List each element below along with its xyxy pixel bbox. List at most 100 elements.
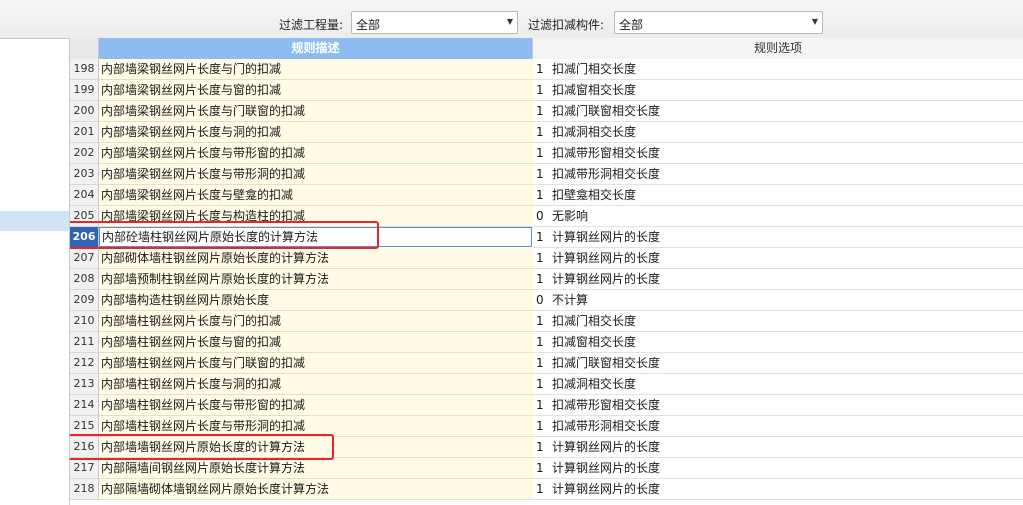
row-number[interactable]: 208 bbox=[70, 269, 99, 290]
rule-option-value: 1 bbox=[536, 230, 544, 244]
rule-option-cell[interactable]: 1 计算钢丝网片的长度 bbox=[533, 458, 1023, 479]
table-row[interactable]: 213 内部墙柱钢丝网片长度与洞的扣减 1 扣减洞相交长度 bbox=[70, 374, 1023, 395]
rule-option-text: 计算钢丝网片的长度 bbox=[552, 230, 661, 244]
rule-option-cell[interactable]: 1 扣减门相交长度 bbox=[533, 311, 1023, 332]
row-number[interactable]: 199 bbox=[70, 80, 99, 101]
rule-option-cell[interactable]: 1 扣减洞相交长度 bbox=[533, 374, 1023, 395]
rule-description-cell[interactable]: 内部墙梁钢丝网片长度与洞的扣减 bbox=[99, 122, 534, 143]
row-number[interactable]: 206 bbox=[70, 227, 99, 248]
rule-option-cell[interactable]: 1 计算钢丝网片的长度 bbox=[533, 227, 1023, 248]
rule-description-cell[interactable]: 内部墙梁钢丝网片长度与门的扣减 bbox=[99, 59, 534, 80]
rule-description-cell[interactable]: 内部隔墙砌体墙钢丝网片原始长度计算方法 bbox=[99, 479, 534, 500]
table-row[interactable]: 199 内部墙梁钢丝网片长度与窗的扣减 1 扣减窗相交长度 bbox=[70, 80, 1023, 101]
rule-option-cell[interactable]: 1 计算钢丝网片的长度 bbox=[533, 479, 1023, 500]
table-row[interactable]: 209 内部墙构造柱钢丝网片原始长度 0 不计算 bbox=[70, 290, 1023, 311]
table-row[interactable]: 205 内部墙梁钢丝网片长度与构造柱的扣减 0 无影响 bbox=[70, 206, 1023, 227]
table-row[interactable]: 200 内部墙梁钢丝网片长度与门联窗的扣减 1 扣减门联窗相交长度 bbox=[70, 101, 1023, 122]
rule-option-value: 1 bbox=[536, 104, 544, 118]
rule-option-text: 扣壁龛相交长度 bbox=[552, 188, 637, 202]
rule-option-cell[interactable]: 1 计算钢丝网片的长度 bbox=[533, 269, 1023, 290]
table-row[interactable]: 201 内部墙梁钢丝网片长度与洞的扣减 1 扣减洞相交长度 bbox=[70, 122, 1023, 143]
rule-description-cell[interactable]: 内部墙墙钢丝网片原始长度的计算方法 bbox=[99, 437, 534, 458]
component-filter-select[interactable]: 全部 ▼ bbox=[614, 11, 823, 34]
table-row[interactable]: 211 内部墙柱钢丝网片长度与窗的扣减 1 扣减窗相交长度 bbox=[70, 332, 1023, 353]
row-number[interactable]: 216 bbox=[70, 437, 99, 458]
rule-option-cell[interactable]: 1 扣减窗相交长度 bbox=[533, 80, 1023, 101]
column-header-options[interactable]: 规则选项 bbox=[533, 38, 1023, 60]
row-number[interactable]: 205 bbox=[70, 206, 99, 227]
rule-description-cell[interactable]: 内部墙柱钢丝网片长度与门的扣减 bbox=[99, 311, 534, 332]
row-number[interactable]: 202 bbox=[70, 143, 99, 164]
row-number[interactable]: 203 bbox=[70, 164, 99, 185]
rule-option-text: 计算钢丝网片的长度 bbox=[552, 272, 661, 286]
table-row[interactable]: 212 内部墙柱钢丝网片长度与门联窗的扣减 1 扣减门联窗相交长度 bbox=[70, 353, 1023, 374]
rule-option-cell[interactable]: 1 扣减带形窗相交长度 bbox=[533, 395, 1023, 416]
table-row[interactable]: 210 内部墙柱钢丝网片长度与门的扣减 1 扣减门相交长度 bbox=[70, 311, 1023, 332]
rule-option-cell[interactable]: 1 扣减带形窗相交长度 bbox=[533, 143, 1023, 164]
rule-option-cell[interactable]: 1 扣减门联窗相交长度 bbox=[533, 101, 1023, 122]
table-row[interactable]: 216 内部墙墙钢丝网片原始长度的计算方法 1 计算钢丝网片的长度 bbox=[70, 437, 1023, 458]
rule-option-cell[interactable]: 0 无影响 bbox=[533, 206, 1023, 227]
rule-description-cell[interactable]: 内部砌体墙柱钢丝网片原始长度的计算方法 bbox=[99, 248, 534, 269]
selected-tree-item[interactable] bbox=[0, 211, 69, 231]
row-number[interactable]: 217 bbox=[70, 458, 99, 479]
row-number[interactable]: 212 bbox=[70, 353, 99, 374]
table-row[interactable]: 202 内部墙梁钢丝网片长度与带形窗的扣减 1 扣减带形窗相交长度 bbox=[70, 143, 1023, 164]
grid-body: 198 内部墙梁钢丝网片长度与门的扣减 1 扣减门相交长度 199 内部墙梁钢丝网片长度与… bbox=[70, 59, 1023, 500]
rule-description-cell[interactable]: 内部墙梁钢丝网片长度与壁龛的扣减 bbox=[99, 185, 534, 206]
rule-option-cell[interactable]: 1 扣减洞相交长度 bbox=[533, 122, 1023, 143]
rule-option-value: 0 bbox=[536, 293, 544, 307]
rule-description-cell[interactable]: 内部墙柱钢丝网片长度与窗的扣减 bbox=[99, 332, 534, 353]
table-row[interactable]: 217 内部隔墙间钢丝网片原始长度计算方法 1 计算钢丝网片的长度 bbox=[70, 458, 1023, 479]
rule-option-text: 扣减门联窗相交长度 bbox=[552, 104, 661, 118]
row-number[interactable]: 207 bbox=[70, 248, 99, 269]
rule-option-cell[interactable]: 1 计算钢丝网片的长度 bbox=[533, 437, 1023, 458]
table-row[interactable]: 208 内部墙预制柱钢丝网片原始长度的计算方法 1 计算钢丝网片的长度 bbox=[70, 269, 1023, 290]
rule-option-cell[interactable]: 1 扣减带形洞相交长度 bbox=[533, 164, 1023, 185]
rule-description-cell[interactable]: 内部墙梁钢丝网片长度与窗的扣减 bbox=[99, 80, 534, 101]
rule-description-cell[interactable]: 内部墙柱钢丝网片长度与洞的扣减 bbox=[99, 374, 534, 395]
rule-description-cell[interactable]: 内部墙柱钢丝网片长度与带形窗的扣减 bbox=[99, 395, 534, 416]
rule-description-cell[interactable]: 内部隔墙间钢丝网片原始长度计算方法 bbox=[99, 458, 534, 479]
table-row[interactable]: 215 内部墙柱钢丝网片长度与带形洞的扣减 1 扣减带形洞相交长度 bbox=[70, 416, 1023, 437]
rule-option-cell[interactable]: 1 扣减窗相交长度 bbox=[533, 332, 1023, 353]
rule-description-cell[interactable]: 内部墙梁钢丝网片长度与构造柱的扣减 bbox=[99, 206, 534, 227]
row-number[interactable]: 213 bbox=[70, 374, 99, 395]
table-row[interactable]: 214 内部墙柱钢丝网片长度与带形窗的扣减 1 扣减带形窗相交长度 bbox=[70, 395, 1023, 416]
rule-option-value: 1 bbox=[536, 482, 544, 496]
row-number[interactable]: 218 bbox=[70, 479, 99, 500]
row-number[interactable]: 215 bbox=[70, 416, 99, 437]
table-row[interactable]: 198 内部墙梁钢丝网片长度与门的扣减 1 扣减门相交长度 bbox=[70, 59, 1023, 80]
engineering-filter-select[interactable]: 全部 ▼ bbox=[351, 11, 518, 34]
row-number[interactable]: 209 bbox=[70, 290, 99, 311]
rule-description-cell[interactable]: 内部墙柱钢丝网片长度与带形洞的扣减 bbox=[99, 416, 534, 437]
rule-option-value: 1 bbox=[536, 335, 544, 349]
rule-option-cell[interactable]: 1 扣减门联窗相交长度 bbox=[533, 353, 1023, 374]
rule-option-text: 扣减门相交长度 bbox=[552, 62, 637, 76]
table-row[interactable]: 203 内部墙梁钢丝网片长度与带形洞的扣减 1 扣减带形洞相交长度 bbox=[70, 164, 1023, 185]
rule-option-cell[interactable]: 1 扣壁龛相交长度 bbox=[533, 185, 1023, 206]
rule-description-cell[interactable]: 内部墙预制柱钢丝网片原始长度的计算方法 bbox=[99, 269, 534, 290]
rule-option-cell[interactable]: 0 不计算 bbox=[533, 290, 1023, 311]
row-number[interactable]: 201 bbox=[70, 122, 99, 143]
row-number[interactable]: 211 bbox=[70, 332, 99, 353]
row-number[interactable]: 210 bbox=[70, 311, 99, 332]
table-row[interactable]: 218 内部隔墙砌体墙钢丝网片原始长度计算方法 1 计算钢丝网片的长度 bbox=[70, 479, 1023, 500]
rule-description-cell[interactable]: 内部墙梁钢丝网片长度与带形窗的扣减 bbox=[99, 143, 534, 164]
row-number[interactable]: 214 bbox=[70, 395, 99, 416]
rule-description-cell[interactable]: 内部墙柱钢丝网片长度与门联窗的扣减 bbox=[99, 353, 534, 374]
rule-option-cell[interactable]: 1 计算钢丝网片的长度 bbox=[533, 248, 1023, 269]
rule-description-cell[interactable]: 内部墙梁钢丝网片长度与带形洞的扣减 bbox=[99, 164, 534, 185]
rule-option-cell[interactable]: 1 扣减门相交长度 bbox=[533, 59, 1023, 80]
row-number[interactable]: 200 bbox=[70, 101, 99, 122]
row-number[interactable]: 204 bbox=[70, 185, 99, 206]
rule-description-cell[interactable]: 内部墙构造柱钢丝网片原始长度 bbox=[99, 290, 534, 311]
rule-description-cell[interactable]: 内部墙梁钢丝网片长度与门联窗的扣减 bbox=[99, 101, 534, 122]
table-row[interactable]: 207 内部砌体墙柱钢丝网片原始长度的计算方法 1 计算钢丝网片的长度 bbox=[70, 248, 1023, 269]
table-row[interactable]: 204 内部墙梁钢丝网片长度与壁龛的扣减 1 扣壁龛相交长度 bbox=[70, 185, 1023, 206]
rule-option-cell[interactable]: 1 扣减带形洞相交长度 bbox=[533, 416, 1023, 437]
rule-description-cell[interactable]: 内部砼墙柱钢丝网片原始长度的计算方法 bbox=[99, 227, 532, 247]
column-header-description[interactable]: 规则描述 bbox=[99, 38, 533, 60]
row-number[interactable]: 198 bbox=[70, 59, 99, 80]
table-row[interactable]: 206 内部砼墙柱钢丝网片原始长度的计算方法 1 计算钢丝网片的长度 bbox=[70, 227, 1023, 248]
